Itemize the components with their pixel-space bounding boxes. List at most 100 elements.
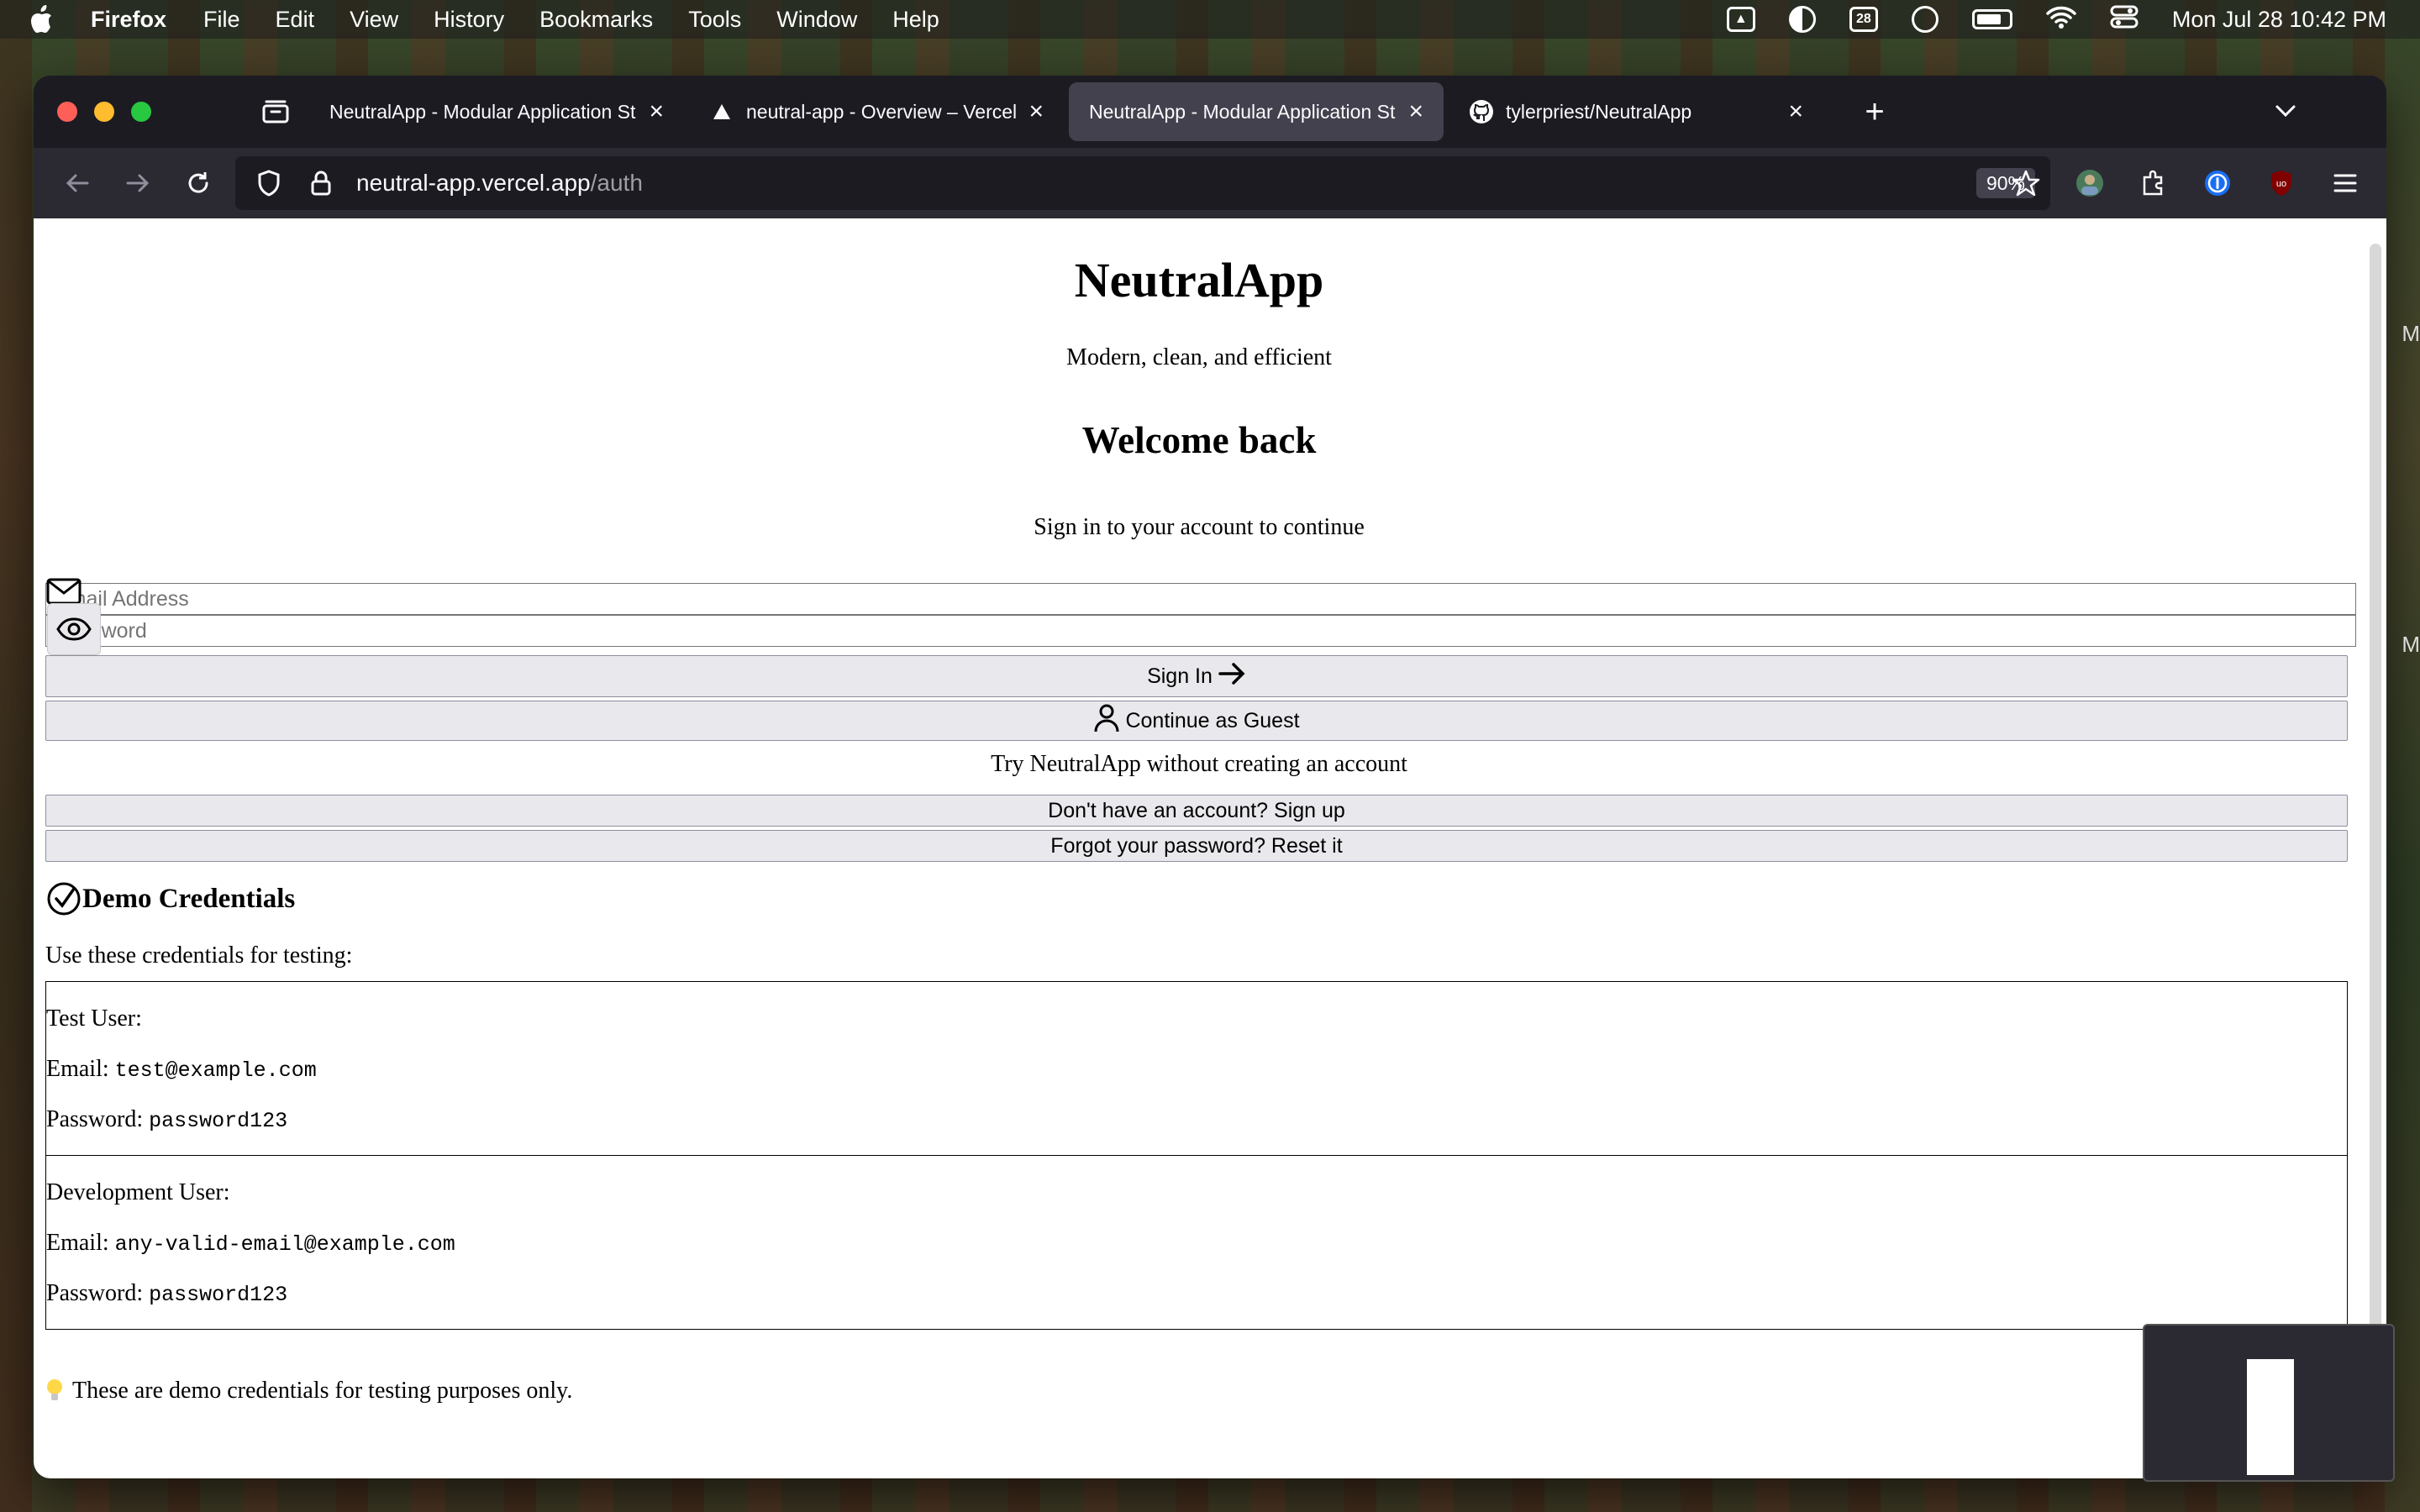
drive-icon[interactable]: ▲: [1726, 7, 1755, 32]
1password-icon[interactable]: [2193, 156, 2242, 210]
credential-password-row: Password: password123: [46, 1106, 287, 1133]
new-tab-plus-icon[interactable]: +: [1854, 93, 1896, 131]
email-label: Email:: [46, 1056, 109, 1082]
menu-tools[interactable]: Tools: [688, 7, 741, 33]
demo-credentials-subtitle: Use these credentials for testing:: [45, 942, 353, 969]
firefox-view-icon[interactable]: [250, 87, 301, 137]
email-field[interactable]: Email Address: [45, 583, 2356, 615]
user-icon: [1093, 703, 1120, 739]
screenshot-thumbnail-preview[interactable]: [2143, 1324, 2395, 1482]
vercel-triangle-icon: [709, 99, 734, 124]
ublock-origin-icon[interactable]: uo: [2257, 156, 2306, 210]
thumbnail-page: [2247, 1359, 2294, 1475]
background-window-edge-text: M: [2402, 632, 2420, 657]
demo-note-text: These are demo credentials for testing p…: [72, 1378, 573, 1404]
sign-in-label: Sign In: [1147, 664, 1213, 688]
menu-window[interactable]: Window: [776, 7, 857, 33]
forward-arrow-icon[interactable]: [111, 156, 165, 210]
tab-title: tylerpriest/NeutralApp: [1506, 100, 1692, 123]
app-title: NeutralApp: [1074, 253, 1324, 307]
hamburger-menu-icon[interactable]: [2321, 156, 2370, 210]
demo-heading-text: Demo Credentials: [82, 883, 296, 914]
tab-github-repo[interactable]: tylerpriest/NeutralApp ×: [1449, 82, 1823, 141]
forgot-password-label: Forgot your password? Reset it: [1050, 833, 1343, 858]
profile-avatar-icon[interactable]: [2065, 156, 2114, 210]
credential-email-row: Email: test@example.com: [46, 1056, 317, 1083]
wifi-icon[interactable]: [2046, 5, 2076, 34]
calendar-icon[interactable]: 28: [1849, 7, 1878, 32]
tab-bar: NeutralApp - Modular Application St × ne…: [34, 76, 2386, 148]
development-user-credentials: Development User: Email: any-valid-email…: [45, 1155, 2348, 1330]
tab-neutralapp-1[interactable]: NeutralApp - Modular Application St ×: [309, 82, 684, 141]
tab-vercel-overview[interactable]: neutral-app - Overview – Vercel ×: [689, 82, 1064, 141]
welcome-heading: Welcome back: [1081, 419, 1317, 461]
credential-password-value: password123: [149, 1283, 288, 1307]
credential-password-value: password123: [149, 1109, 288, 1133]
apple-logo-icon[interactable]: [29, 4, 59, 34]
password-manager-icon[interactable]: [1911, 6, 1939, 33]
back-arrow-icon[interactable]: [50, 156, 104, 210]
signin-subtitle: Sign in to your account to continue: [1034, 514, 1365, 540]
lightbulb-icon: [45, 1378, 64, 1404]
contrast-icon[interactable]: [1788, 6, 1816, 33]
github-icon: [1469, 99, 1494, 124]
firefox-window: NeutralApp - Modular Application St × ne…: [34, 76, 2386, 1478]
menu-bookmarks[interactable]: Bookmarks: [539, 7, 653, 33]
menu-help[interactable]: Help: [892, 7, 939, 33]
url-path: /auth: [590, 170, 643, 196]
password-field[interactable]: Password: [45, 615, 2356, 647]
toolbar-extensions: uo: [2002, 156, 2370, 210]
email-label: Email:: [46, 1230, 109, 1256]
close-window-button[interactable]: [57, 102, 77, 122]
sign-in-button[interactable]: Sign In: [45, 655, 2348, 697]
credential-email-value: test@example.com: [114, 1058, 317, 1083]
battery-icon[interactable]: [1971, 9, 2012, 29]
mail-icon: [45, 576, 82, 606]
credential-email-value: any-valid-email@example.com: [114, 1232, 455, 1257]
menu-history[interactable]: History: [434, 7, 504, 33]
chevron-down-icon[interactable]: [2269, 94, 2302, 128]
page-scrollbar[interactable]: [2370, 244, 2381, 1453]
menu-app-name[interactable]: Firefox: [91, 7, 166, 33]
zoom-window-button[interactable]: [131, 102, 151, 122]
menu-edit[interactable]: Edit: [276, 7, 315, 33]
sign-up-link-button[interactable]: Don't have an account? Sign up: [45, 795, 2348, 827]
url-host: neutral-app.vercel.app: [356, 170, 591, 196]
password-label: Password:: [46, 1280, 144, 1306]
demo-credentials-heading: Demo Credentials: [45, 880, 295, 917]
tracking-protection-shield-icon[interactable]: [252, 166, 286, 200]
close-tab-icon[interactable]: ×: [1408, 97, 1423, 126]
minimize-window-button[interactable]: [94, 102, 114, 122]
continue-as-guest-button[interactable]: Continue as Guest: [45, 701, 2348, 741]
menu-view[interactable]: View: [350, 7, 398, 33]
address-bar[interactable]: neutral-app.vercel.app/auth 90%: [235, 156, 2050, 210]
close-tab-icon[interactable]: ×: [1788, 97, 1803, 126]
close-tab-icon[interactable]: ×: [649, 97, 664, 126]
tab-neutralapp-active[interactable]: NeutralApp - Modular Application St ×: [1069, 82, 1444, 141]
lock-icon[interactable]: [304, 166, 338, 200]
forgot-password-button[interactable]: Forgot your password? Reset it: [45, 830, 2348, 862]
arrow-right-icon: [1218, 661, 1246, 692]
credential-heading: Test User:: [46, 1005, 142, 1032]
show-password-eye-icon[interactable]: [47, 603, 101, 655]
password-label: Password:: [46, 1106, 144, 1132]
reload-icon[interactable]: [171, 156, 225, 210]
sign-up-label: Don't have an account? Sign up: [1048, 798, 1345, 822]
window-controls: [57, 102, 200, 122]
control-center-icon[interactable]: [2110, 4, 2139, 35]
credential-email-row: Email: any-valid-email@example.com: [46, 1230, 455, 1257]
macos-menu-bar: Firefox File Edit View History Bookmarks…: [0, 0, 2420, 39]
test-user-credentials: Test User: Email: test@example.com Passw…: [45, 981, 2348, 1156]
bookmark-star-icon[interactable]: [2002, 156, 2050, 210]
extensions-puzzle-icon[interactable]: [2129, 156, 2178, 210]
menu-bar-clock[interactable]: Mon Jul 28 10:42 PM: [2172, 7, 2386, 33]
credential-heading: Development User:: [46, 1179, 230, 1205]
credential-password-row: Password: password123: [46, 1280, 287, 1307]
page-content: NeutralApp Modern, clean, and efficient …: [34, 218, 2386, 1478]
tab-title: NeutralApp - Modular Application St: [329, 100, 636, 123]
close-tab-icon[interactable]: ×: [1028, 97, 1044, 126]
tab-title: NeutralApp - Modular Application St: [1089, 100, 1396, 123]
tab-title: neutral-app - Overview – Vercel: [746, 100, 1018, 123]
demo-note: These are demo credentials for testing p…: [45, 1378, 572, 1404]
menu-file[interactable]: File: [203, 7, 240, 33]
